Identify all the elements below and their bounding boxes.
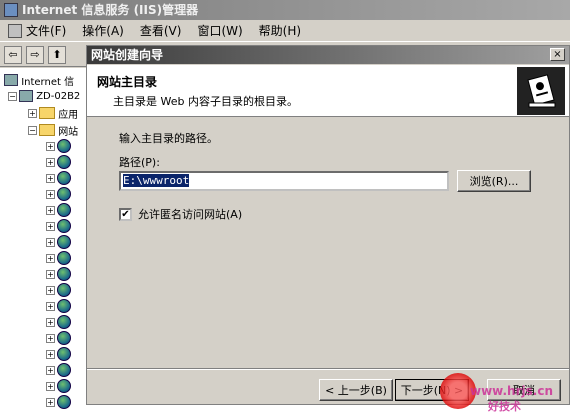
tree-websites[interactable]: − 网站 [28, 122, 78, 138]
tree-server[interactable]: − ZD-02B2 [8, 88, 80, 104]
menu-view[interactable]: 查看(V) [132, 20, 190, 42]
window-title-bar: Internet 信息服务 (IIS)管理器 [0, 0, 570, 20]
close-icon[interactable]: × [550, 48, 565, 61]
expand-icon[interactable]: + [46, 333, 55, 343]
tree-site[interactable]: + [46, 138, 71, 154]
tree-site[interactable]: + [46, 170, 71, 186]
menu-action[interactable]: 操作(A) [74, 20, 132, 42]
dialog-title: 网站创建向导 [87, 46, 569, 64]
globe-icon [57, 171, 71, 185]
anonymous-access-checkbox[interactable]: ✔ [119, 207, 132, 221]
path-input[interactable]: E:\wwwroot [119, 171, 449, 191]
collapse-icon[interactable]: − [8, 91, 17, 101]
tree-app-pools[interactable]: + 应用 [28, 105, 78, 121]
expand-icon[interactable]: + [46, 237, 55, 247]
tree-site[interactable]: + [46, 362, 71, 378]
tree-site[interactable]: + [46, 154, 71, 170]
path-label: 路径(P): [119, 156, 160, 169]
header-subtitle: 主目录是 Web 内容子目录的根目录。 [113, 95, 298, 108]
globe-icon [57, 139, 71, 153]
globe-icon [57, 235, 71, 249]
website-wizard-dialog: 网站创建向导 × 网站主目录 主目录是 Web 内容子目录的根目录。 输入主目录… [86, 45, 570, 405]
expand-icon[interactable]: + [46, 381, 55, 391]
globe-icon [57, 251, 71, 265]
tree-site[interactable]: + [46, 378, 71, 394]
globe-icon [57, 331, 71, 345]
tree-pane: Internet 信 − ZD-02B2 + 应用 − 网站 + + + + +… [0, 68, 88, 417]
menu-file[interactable]: 文件(F) [0, 20, 74, 42]
globe-icon [57, 187, 71, 201]
tree-site[interactable]: + [46, 314, 71, 330]
tree-site[interactable]: + [46, 282, 71, 298]
globe-icon [57, 347, 71, 361]
expand-icon[interactable]: + [46, 349, 55, 359]
globe-icon [57, 363, 71, 377]
tree-site[interactable]: + [46, 266, 71, 282]
tree-site[interactable]: + [46, 298, 71, 314]
toolbar: ⇦ ⇨ ⬆ [0, 43, 100, 67]
browse-button[interactable]: 浏览(R)... [457, 170, 531, 192]
tree-site[interactable]: + [46, 234, 71, 250]
globe-icon [57, 299, 71, 313]
globe-icon [57, 203, 71, 217]
up-folder-icon[interactable]: ⬆ [48, 45, 66, 64]
globe-icon [57, 267, 71, 281]
folder-icon [39, 107, 55, 119]
globe-icon [57, 283, 71, 297]
web-document-icon [517, 67, 565, 115]
tree-site[interactable]: + [46, 394, 71, 410]
button-separator [87, 368, 569, 370]
expand-icon[interactable]: + [46, 285, 55, 295]
watermark-url: www.hrjs.cn [470, 384, 553, 398]
globe-icon [57, 395, 71, 409]
expand-icon[interactable]: + [46, 221, 55, 231]
globe-icon [57, 379, 71, 393]
tree-site[interactable]: + [46, 346, 71, 362]
expand-icon[interactable]: + [46, 317, 55, 327]
forward-arrow-icon[interactable]: ⇨ [26, 45, 44, 64]
expand-icon[interactable]: + [46, 205, 55, 215]
menu-bar: 文件(F) 操作(A) 查看(V) 窗口(W) 帮助(H) [0, 20, 570, 42]
tree-site[interactable]: + [46, 218, 71, 234]
iis-root-icon [4, 74, 18, 86]
anonymous-access-row[interactable]: ✔ 允许匿名访问网站(A) [119, 206, 242, 222]
expand-icon[interactable]: + [46, 157, 55, 167]
server-icon [19, 90, 33, 102]
expand-icon[interactable]: + [46, 301, 55, 311]
menu-window[interactable]: 窗口(W) [189, 20, 250, 42]
header-title: 网站主目录 [97, 75, 158, 89]
expand-icon[interactable]: + [46, 141, 55, 151]
path-value: E:\wwwroot [123, 174, 190, 187]
anonymous-access-label: 允许匿名访问网站(A) [138, 208, 243, 221]
tree-site[interactable]: + [46, 250, 71, 266]
watermark-text: 好技术 [488, 400, 521, 413]
expand-icon[interactable]: + [46, 269, 55, 279]
expand-icon[interactable]: + [46, 397, 55, 407]
iis-app-icon [4, 3, 18, 17]
expand-icon[interactable]: + [46, 189, 55, 199]
back-arrow-icon[interactable]: ⇦ [4, 45, 22, 64]
expand-icon[interactable]: + [46, 173, 55, 183]
collapse-icon[interactable]: − [28, 125, 37, 135]
window-title: Internet 信息服务 (IIS)管理器 [22, 3, 199, 17]
expand-icon[interactable]: + [28, 108, 37, 118]
wizard-header: 网站主目录 主目录是 Web 内容子目录的根目录。 [87, 65, 569, 117]
tree-site[interactable]: + [46, 186, 71, 202]
globe-icon [57, 315, 71, 329]
menu-help[interactable]: 帮助(H) [251, 20, 309, 42]
globe-icon [57, 155, 71, 169]
instruction-text: 输入主目录的路径。 [119, 132, 218, 145]
mmc-icon [8, 23, 22, 38]
tree-site[interactable]: + [46, 202, 71, 218]
expand-icon[interactable]: + [46, 253, 55, 263]
expand-icon[interactable]: + [46, 365, 55, 375]
tree-root[interactable]: Internet 信 [4, 72, 74, 88]
folder-icon [39, 124, 55, 136]
tree-site[interactable]: + [46, 330, 71, 346]
globe-icon [57, 219, 71, 233]
back-button[interactable]: < 上一步(B) [319, 379, 393, 401]
